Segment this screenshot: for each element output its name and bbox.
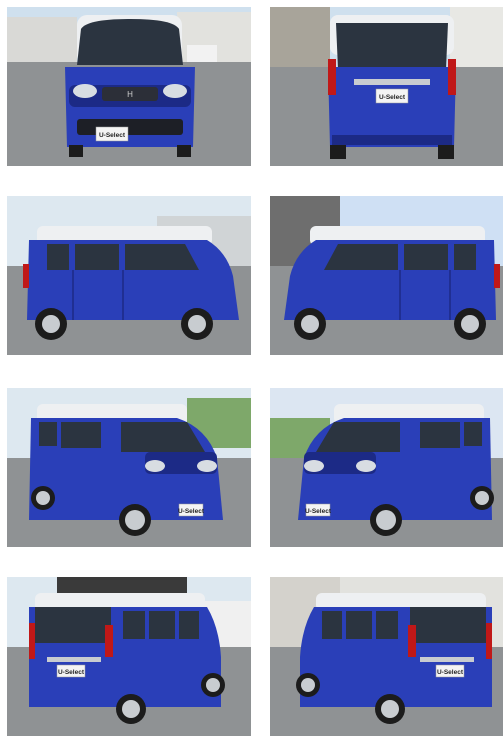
photo-right-side[interactable] — [270, 196, 503, 355]
photo-left-side[interactable] — [7, 196, 251, 355]
photo-front-right[interactable]: U-Select — [270, 388, 503, 547]
photo-front[interactable]: H U-Select — [7, 7, 251, 166]
license-plate-text: U-Select — [437, 669, 464, 676]
photo-rear-left[interactable]: U-Select — [7, 577, 251, 736]
photo-rear-right[interactable]: U-Select — [270, 577, 503, 736]
license-plate-text: U-Select — [99, 132, 126, 139]
license-plate-text: U-Select — [58, 669, 85, 676]
photo-rear[interactable]: U-Select — [270, 7, 503, 166]
photo-gallery: H U-Select U-Select U-Select U-Select U-… — [0, 0, 503, 737]
license-plate-text: U-Select — [178, 508, 205, 515]
license-plate-text: U-Select — [305, 508, 332, 515]
license-plate-text: U-Select — [379, 94, 406, 101]
svg-text:H: H — [127, 90, 133, 99]
photo-front-left[interactable]: U-Select — [7, 388, 251, 547]
